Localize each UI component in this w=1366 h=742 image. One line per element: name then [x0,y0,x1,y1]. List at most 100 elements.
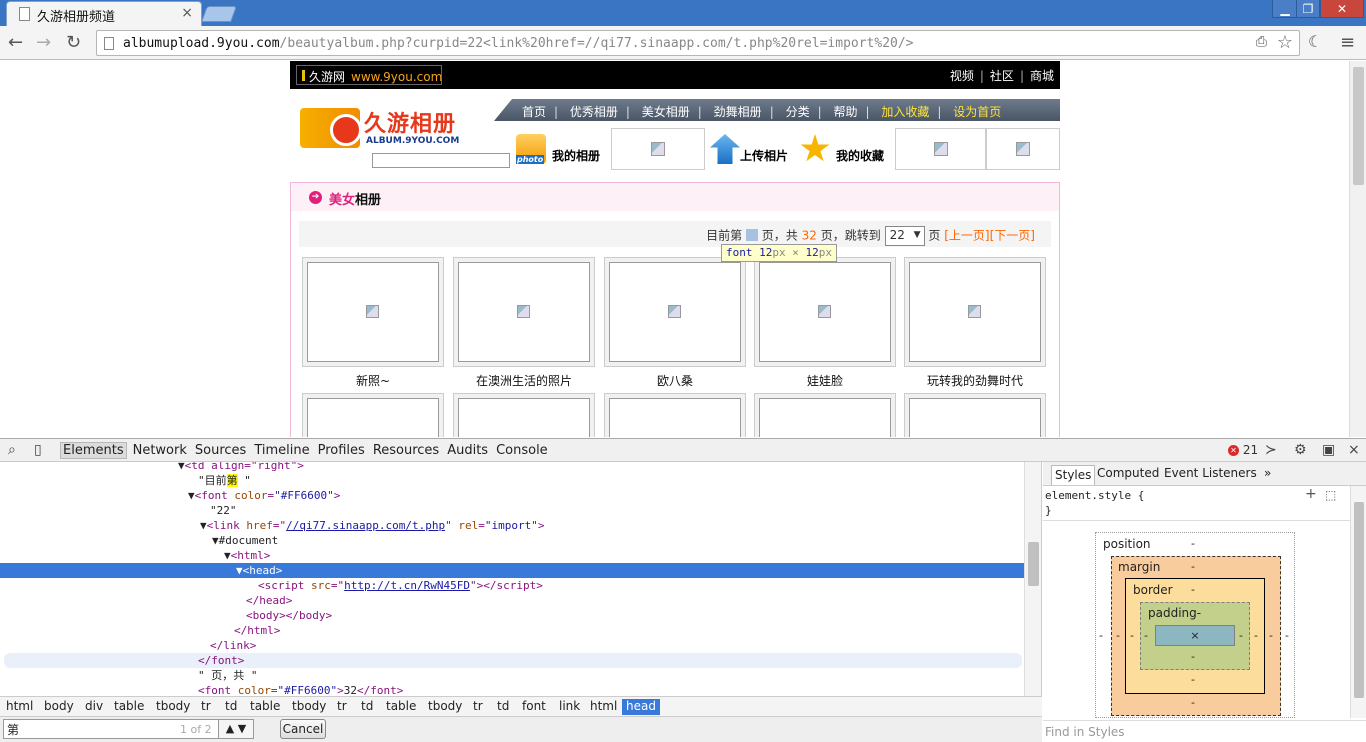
nav-item-dance[interactable]: 劲舞相册 [714,105,762,119]
crumb[interactable]: td [221,699,241,715]
album-caption[interactable]: 在澳洲生活的照片 [453,372,595,389]
tab-computed[interactable]: Computed [1094,466,1162,480]
my-favorites-button[interactable]: 我的收藏 [800,128,892,170]
album-thumb[interactable] [453,393,595,437]
page-select[interactable]: 22 [884,226,925,246]
nav-item-category[interactable]: 分类 [786,105,810,119]
dom-node[interactable]: ▼<td align="right"> [0,462,1024,473]
address-bar[interactable]: albumupload.9you.com/beautyalbum.php?cur… [96,30,1300,56]
inspect-search-icon[interactable]: ⌕ [8,442,16,458]
close-devtools-icon[interactable]: × [1348,442,1360,458]
nav-item-add-favorite[interactable]: 加入收藏 [881,105,929,119]
album-thumb[interactable] [604,393,746,437]
dock-side-icon[interactable]: ▣ [1322,442,1335,458]
device-mode-icon[interactable]: ▯ [34,442,42,458]
crumb[interactable]: html [2,699,37,715]
minimize-button[interactable]: ▁ [1272,0,1298,18]
site-logo[interactable]: 久游相册 ALBUM.9YOU.COM [300,104,470,150]
element-state-icon[interactable]: ⬚ [1325,488,1336,502]
extension-moon-icon[interactable]: ☾ [1308,32,1322,51]
dom-node-hover[interactable]: </font> [4,653,1022,668]
album-thumb[interactable] [904,257,1046,367]
dom-node-selected[interactable]: ▼<head> [0,563,1024,578]
dom-node[interactable]: <body></body> [0,608,1024,623]
tab-styles[interactable]: Styles [1051,465,1096,485]
tab-sources[interactable]: Sources [193,443,248,458]
next-page-link[interactable]: [下一页] [990,229,1035,243]
page-scrollbar[interactable] [1349,61,1366,437]
site-search-input[interactable] [372,153,510,168]
more-tabs-icon[interactable]: » [1261,466,1274,480]
cancel-button[interactable]: Cancel [280,719,326,739]
tab-audits[interactable]: Audits [445,443,490,458]
dom-node[interactable]: <script src="http://t.cn/RwN45FD"></scri… [0,578,1024,593]
back-button[interactable]: ← [8,32,23,53]
dom-node[interactable]: </link> [0,638,1024,653]
crumb[interactable]: tr [469,699,487,715]
my-album-button[interactable]: photo 我的相册 [516,128,608,170]
page-scroll-thumb[interactable] [1353,67,1364,185]
album-thumb[interactable] [904,393,1046,437]
dom-node[interactable]: <font color="#FF6600">32</font> [0,683,1024,696]
crumb[interactable]: table [246,699,284,715]
element-style-rule[interactable]: element.style {} [1045,488,1144,518]
tab-elements[interactable]: Elements [60,442,127,459]
dom-node[interactable]: "22" [0,503,1024,518]
close-window-button[interactable]: ✕ [1320,0,1364,18]
dom-node[interactable]: ▼<link href="//qi77.sinaapp.com/t.php" r… [0,518,1024,533]
album-thumb[interactable] [302,393,444,437]
dom-node[interactable]: " 页，共 " [0,668,1024,683]
restore-button[interactable]: ❐ [1296,0,1320,18]
album-thumb[interactable] [754,257,896,367]
dom-node[interactable]: ▼#document [0,533,1024,548]
nav-item-home[interactable]: 首页 [522,105,546,119]
tab-console[interactable]: Console [494,443,550,458]
upload-photo-button[interactable]: 上传相片 [710,128,796,170]
crumb-active[interactable]: head [622,699,660,715]
tab-close-icon[interactable]: × [181,5,193,21]
crumb[interactable]: link [555,699,584,715]
prev-page-link[interactable]: [上一页] [944,229,989,243]
dom-node[interactable]: </html> [0,623,1024,638]
album-caption[interactable]: 玩转我的劲舞时代 [904,372,1046,389]
crumb[interactable]: tbody [152,699,194,715]
error-counter[interactable]: ✕ 21 [1228,443,1258,457]
sidebar-scroll-thumb[interactable] [1354,502,1364,698]
crumb[interactable]: td [357,699,377,715]
album-thumb[interactable] [754,393,896,437]
elements-scrollbar[interactable] [1024,462,1041,696]
top-link-community[interactable]: 社区 [990,69,1014,83]
forward-button[interactable]: → [36,32,51,53]
settings-gear-icon[interactable]: ⚙ [1294,442,1307,458]
crumb[interactable]: table [110,699,148,715]
tab-resources[interactable]: Resources [371,443,441,458]
album-thumb[interactable] [604,257,746,367]
href-link[interactable]: //qi77.sinaapp.com/t.php [286,519,445,532]
crumb[interactable]: tr [333,699,351,715]
dom-node[interactable]: ▼<html> [0,548,1024,563]
find-in-styles-input[interactable]: Find in Styles [1043,720,1366,742]
nav-item-beauty[interactable]: 美女相册 [642,105,690,119]
nav-item-set-homepage[interactable]: 设为首页 [953,105,1001,119]
album-caption[interactable]: 娃娃脸 [754,372,896,389]
nav-item-help[interactable]: 帮助 [833,105,857,119]
tab-event-listeners[interactable]: Event Listeners [1161,466,1260,480]
dom-node[interactable]: </head> [0,593,1024,608]
album-caption[interactable]: 新照~ [302,372,444,389]
crumb[interactable]: body [40,699,78,715]
album-thumb[interactable] [453,257,595,367]
chrome-menu-icon[interactable]: ≡ [1340,32,1355,53]
tab-network[interactable]: Network [131,443,189,458]
crumb[interactable]: font [518,699,550,715]
bookmark-star-icon[interactable]: ☆ [1277,32,1293,53]
tab-profiles[interactable]: Profiles [316,443,367,458]
crumb[interactable]: tbody [288,699,330,715]
sidebar-scrollbar[interactable] [1350,486,1366,718]
page-action-icon[interactable]: ⎙ [1256,34,1267,50]
crumb[interactable]: table [382,699,420,715]
new-tab-button[interactable] [201,6,237,22]
console-drawer-icon[interactable]: ≻ [1265,442,1277,458]
top-link-mall[interactable]: 商城 [1030,69,1054,83]
crumb[interactable]: td [493,699,513,715]
brand-box[interactable]: 久游网 www.9you.com [296,65,442,85]
